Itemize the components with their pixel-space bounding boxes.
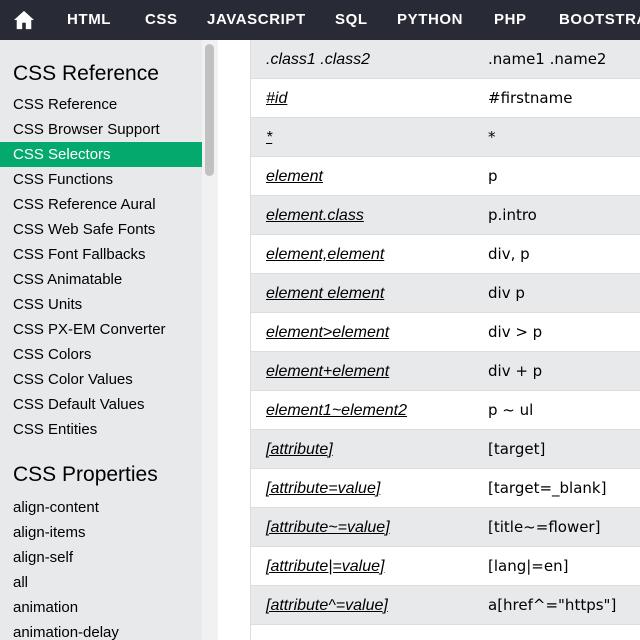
selector-cell[interactable]: element element <box>266 274 384 313</box>
example-cell: p.intro <box>488 206 537 224</box>
example-cell: [target] <box>488 440 546 458</box>
table-row: .class1 .class2 .name1 .name2 <box>250 40 640 79</box>
nav-item-html[interactable]: HTML <box>67 0 111 40</box>
sidebar-link-all[interactable]: all <box>0 570 202 595</box>
sidebar-link-align-content[interactable]: align-content <box>0 495 202 520</box>
sidebar-link-css-default-values[interactable]: CSS Default Values <box>0 392 202 417</box>
selector-cell[interactable]: element1~element2 <box>266 391 407 430</box>
table-row: element>element div > p <box>250 313 640 352</box>
table-row: element element div p <box>250 274 640 313</box>
selector-cell[interactable]: [attribute|=value] <box>266 547 384 586</box>
sidebar-scrollbar-thumb[interactable] <box>205 44 214 176</box>
sidebar-heading-properties: CSS Properties <box>13 463 158 486</box>
sidebar-link-animation-delay[interactable]: animation-delay <box>0 620 202 640</box>
example-cell: div p <box>488 284 525 302</box>
table-row: [attribute=value] [target=_blank] <box>250 469 640 508</box>
selector-cell[interactable]: element+element <box>266 352 389 391</box>
sidebar-link-css-font-fallbacks[interactable]: CSS Font Fallbacks <box>0 242 202 267</box>
selector-cell[interactable]: [attribute~=value] <box>266 508 390 547</box>
selector-cell[interactable]: #id <box>266 79 287 118</box>
example-cell: * <box>488 128 496 146</box>
selector-cell: .class1 .class2 <box>266 51 371 68</box>
sidebar-link-css-reference-aural[interactable]: CSS Reference Aural <box>0 192 202 217</box>
example-cell: a[href^="https"] <box>488 596 617 614</box>
example-cell: div + p <box>488 362 543 380</box>
selector-cell[interactable]: element>element <box>266 313 389 352</box>
table-row: element1~element2 p ~ ul <box>250 391 640 430</box>
selector-cell[interactable]: [attribute] <box>266 430 333 469</box>
example-cell: [title~=flower] <box>488 518 601 536</box>
content-gutter <box>218 40 250 640</box>
sidebar-link-css-px-em-converter[interactable]: CSS PX-EM Converter <box>0 317 202 342</box>
sidebar-link-animation[interactable]: animation <box>0 595 202 620</box>
sidebar-link-css-selectors[interactable]: CSS Selectors <box>0 142 202 167</box>
home-button[interactable] <box>0 0 47 40</box>
table-row: element,element div, p <box>250 235 640 274</box>
table-row: [attribute^=value] a[href^="https"] <box>250 586 640 625</box>
selector-cell[interactable]: * <box>266 118 272 157</box>
table-row: * * <box>250 118 640 157</box>
selector-cell[interactable]: element <box>266 157 323 196</box>
nav-item-javascript[interactable]: JAVASCRIPT <box>207 0 306 40</box>
nav-item-python[interactable]: PYTHON <box>397 0 463 40</box>
example-cell: p <box>488 167 498 185</box>
table-row: [attribute] [target] <box>250 430 640 469</box>
example-cell: [target=_blank] <box>488 479 607 497</box>
sidebar-link-css-colors[interactable]: CSS Colors <box>0 342 202 367</box>
table-row: element p <box>250 157 640 196</box>
example-cell: .name1 .name2 <box>488 50 607 68</box>
sidebar-link-css-browser-support[interactable]: CSS Browser Support <box>0 117 202 142</box>
sidebar-heading-reference: CSS Reference <box>13 62 159 85</box>
sidebar-link-css-functions[interactable]: CSS Functions <box>0 167 202 192</box>
example-cell: p ~ ul <box>488 401 534 419</box>
nav-item-sql[interactable]: SQL <box>335 0 368 40</box>
sidebar-link-css-animatable[interactable]: CSS Animatable <box>0 267 202 292</box>
table-row: element.class p.intro <box>250 196 640 235</box>
nav-item-css[interactable]: CSS <box>145 0 178 40</box>
table-row: [attribute|=value] [lang|=en] <box>250 547 640 586</box>
table-left-border <box>250 40 251 640</box>
selectors-table: .class1 .class2 .name1 .name2 #id #firstnam… <box>250 40 640 640</box>
table-row <box>250 625 640 640</box>
sidebar-link-align-self[interactable]: align-self <box>0 545 202 570</box>
sidebar-link-css-web-safe-fonts[interactable]: CSS Web Safe Fonts <box>0 217 202 242</box>
sidebar-link-css-units[interactable]: CSS Units <box>0 292 202 317</box>
home-icon <box>13 10 34 30</box>
sidebar-link-align-items[interactable]: align-items <box>0 520 202 545</box>
example-cell: #firstname <box>488 89 573 107</box>
nav-item-php[interactable]: PHP <box>494 0 527 40</box>
selector-cell[interactable]: [attribute^=value] <box>266 586 388 625</box>
selector-cell[interactable]: [attribute=value] <box>266 469 380 508</box>
selector-cell[interactable]: element.class <box>266 196 364 235</box>
sidebar-link-css-reference[interactable]: CSS Reference <box>0 92 202 117</box>
selector-cell[interactable]: element,element <box>266 235 384 274</box>
sidebar-link-css-entities[interactable]: CSS Entities <box>0 417 202 442</box>
sidebar: CSS Reference CSS Reference CSS Browser S… <box>0 40 202 640</box>
table-row: element+element div + p <box>250 352 640 391</box>
example-cell: [lang|=en] <box>488 557 569 575</box>
table-row: [attribute~=value] [title~=flower] <box>250 508 640 547</box>
top-navigation-bar: HTML CSS JAVASCRIPT SQL PYTHON PHP BOOTS… <box>0 0 640 40</box>
sidebar-link-css-color-values[interactable]: CSS Color Values <box>0 367 202 392</box>
table-row: #id #firstname <box>250 79 640 118</box>
example-cell: div, p <box>488 245 530 263</box>
example-cell: div > p <box>488 323 543 341</box>
nav-item-bootstrap[interactable]: BOOTSTRAP <box>559 0 640 40</box>
